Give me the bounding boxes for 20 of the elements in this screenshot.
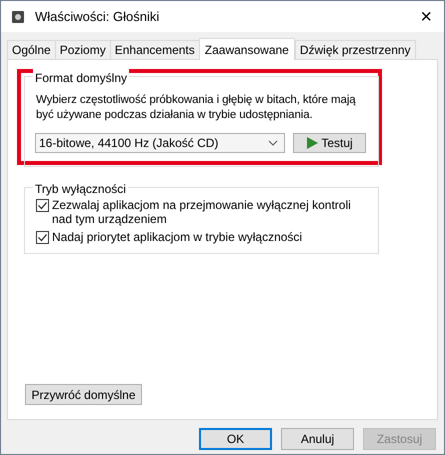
description-text: Wybierz częstotliwość próbkowania i głębię w bitach, które mają być używane podczas działania w trybie udostępniania. (35, 93, 357, 123)
tab[interactable]: Dźwięk przestrzenny (294, 40, 416, 59)
restore-defaults-button[interactable]: Przywróć domyślne (25, 384, 142, 405)
chevron-down-icon (268, 140, 278, 146)
close-button[interactable]: × (420, 6, 432, 26)
group-title: Format domyślny (33, 69, 130, 87)
dialog-button[interactable]: Anuluj (281, 428, 354, 450)
tab[interactable]: Zaawansowane (198, 38, 295, 60)
play-icon (306, 137, 318, 149)
tab[interactable]: Poziomy (54, 40, 111, 59)
tab[interactable]: Ogólne (7, 40, 56, 59)
checkbox[interactable] (36, 231, 49, 244)
format-dropdown[interactable]: 16-bitowe, 44100 Hz (Jakość CD) (35, 133, 285, 153)
dialog-button[interactable]: OK (199, 428, 272, 450)
checkbox[interactable] (36, 199, 49, 212)
checkbox-label: Nadaj priorytet aplikacjom w trybie wyłączności (52, 230, 304, 244)
checkbox-label: Zezwalaj aplikacjom na przejmowanie wyłącznej kontroli nad tym urządzeniem (52, 198, 352, 226)
window-title: Właściwości: Głośniki (35, 8, 160, 26)
test-button[interactable]: Testuj (293, 133, 366, 153)
speaker-icon (11, 10, 25, 24)
